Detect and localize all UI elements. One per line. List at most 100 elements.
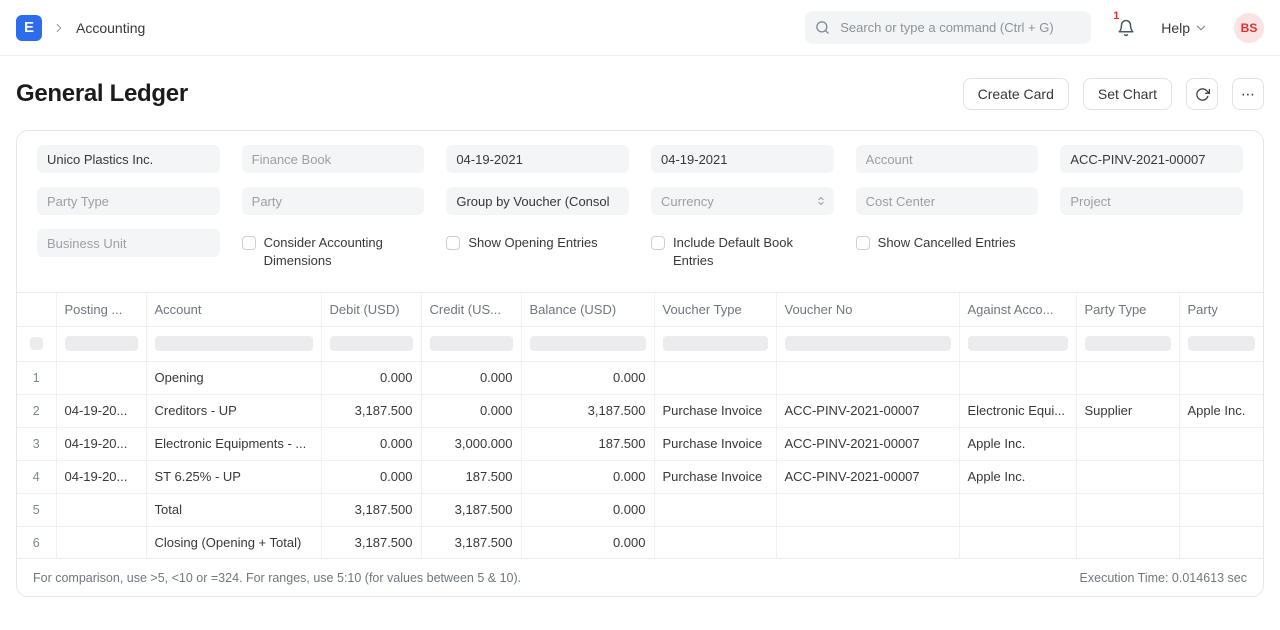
checkbox-show-cancelled-entries[interactable]: Show Cancelled Entries [856, 234, 1039, 252]
account-filter[interactable] [856, 145, 1039, 173]
cell-account[interactable]: Total [146, 493, 321, 526]
column-filter-input[interactable] [430, 336, 513, 351]
cell-voucher-type[interactable] [654, 526, 776, 558]
breadcrumb-accounting[interactable]: Accounting [76, 20, 145, 36]
cell-party[interactable] [1179, 427, 1263, 460]
row-number[interactable]: 2 [17, 394, 56, 427]
from-date-filter[interactable] [446, 145, 629, 173]
cell-credit[interactable]: 3,000.000 [421, 427, 521, 460]
select-all-filter[interactable] [30, 337, 43, 350]
cell-account[interactable]: ST 6.25% - UP [146, 460, 321, 493]
cell-party[interactable] [1179, 460, 1263, 493]
cell-balance[interactable]: 187.500 [521, 427, 654, 460]
cell-balance[interactable]: 0.000 [521, 460, 654, 493]
cell-against-account[interactable] [959, 361, 1076, 394]
cell-credit[interactable]: 0.000 [421, 394, 521, 427]
cell-posting-date[interactable]: 04-19-20... [56, 460, 146, 493]
voucher-no-filter[interactable] [1060, 145, 1243, 173]
global-search[interactable] [805, 11, 1091, 44]
checkbox-include-default-book-entries[interactable]: Include Default Book Entries [651, 234, 834, 270]
help-menu[interactable]: Help [1161, 20, 1208, 36]
col-balance[interactable]: Balance (USD) [521, 293, 654, 326]
cell-posting-date[interactable] [56, 361, 146, 394]
cell-posting-date[interactable] [56, 526, 146, 558]
cell-account[interactable]: Creditors - UP [146, 394, 321, 427]
cell-account[interactable]: Closing (Opening + Total) [146, 526, 321, 558]
avatar[interactable]: BS [1234, 13, 1264, 43]
cell-debit[interactable]: 3,187.500 [321, 526, 421, 558]
cell-balance[interactable]: 0.000 [521, 361, 654, 394]
cell-voucher-type[interactable]: Purchase Invoice [654, 394, 776, 427]
currency-select[interactable]: Currency [651, 187, 834, 215]
create-card-button[interactable]: Create Card [963, 78, 1069, 110]
group-by-select[interactable]: Group by Voucher (Consol [446, 187, 629, 215]
cell-voucher-type[interactable] [654, 361, 776, 394]
column-filter-input[interactable] [663, 336, 768, 351]
cell-credit[interactable]: 0.000 [421, 361, 521, 394]
finance-book-filter[interactable] [242, 145, 425, 173]
col-posting-date[interactable]: Posting ... [56, 293, 146, 326]
project-filter[interactable] [1060, 187, 1243, 215]
cell-posting-date[interactable] [56, 493, 146, 526]
column-filter-input[interactable] [785, 336, 951, 351]
row-number[interactable]: 6 [17, 526, 56, 558]
col-credit[interactable]: Credit (US... [421, 293, 521, 326]
cell-against-account[interactable]: Apple Inc. [959, 460, 1076, 493]
more-menu-button[interactable]: ⋯ [1232, 78, 1264, 110]
row-number[interactable]: 1 [17, 361, 56, 394]
cell-credit[interactable]: 3,187.500 [421, 493, 521, 526]
col-debit[interactable]: Debit (USD) [321, 293, 421, 326]
business-unit-filter[interactable] [37, 229, 220, 257]
cell-voucher-no[interactable] [776, 526, 959, 558]
col-against-account[interactable]: Against Acco... [959, 293, 1076, 326]
cell-voucher-no[interactable]: ACC-PINV-2021-00007 [776, 394, 959, 427]
cell-voucher-type[interactable]: Purchase Invoice [654, 460, 776, 493]
column-filter-input[interactable] [1188, 336, 1255, 351]
cell-party[interactable] [1179, 493, 1263, 526]
col-voucher-type[interactable]: Voucher Type [654, 293, 776, 326]
col-party[interactable]: Party [1179, 293, 1263, 326]
col-party-type[interactable]: Party Type [1076, 293, 1179, 326]
cell-against-account[interactable] [959, 526, 1076, 558]
cell-party[interactable] [1179, 361, 1263, 394]
cell-balance[interactable]: 0.000 [521, 526, 654, 558]
row-number[interactable]: 3 [17, 427, 56, 460]
cell-against-account[interactable]: Apple Inc. [959, 427, 1076, 460]
cell-party[interactable] [1179, 526, 1263, 558]
cell-account[interactable]: Electronic Equipments - ... [146, 427, 321, 460]
cell-voucher-no[interactable] [776, 361, 959, 394]
party-filter[interactable] [242, 187, 425, 215]
column-filter-input[interactable] [155, 336, 313, 351]
cell-posting-date[interactable]: 04-19-20... [56, 394, 146, 427]
column-filter-input[interactable] [530, 336, 646, 351]
company-filter[interactable] [37, 145, 220, 173]
cost-center-filter[interactable] [856, 187, 1039, 215]
cell-voucher-no[interactable]: ACC-PINV-2021-00007 [776, 460, 959, 493]
cell-against-account[interactable] [959, 493, 1076, 526]
notifications-button[interactable]: 1 [1117, 19, 1135, 37]
cell-account[interactable]: Opening [146, 361, 321, 394]
cell-debit[interactable]: 3,187.500 [321, 493, 421, 526]
column-filter-input[interactable] [1085, 336, 1171, 351]
cell-party-type[interactable] [1076, 460, 1179, 493]
cell-voucher-type[interactable]: Purchase Invoice [654, 427, 776, 460]
refresh-button[interactable] [1186, 78, 1218, 110]
cell-voucher-no[interactable] [776, 493, 959, 526]
cell-debit[interactable]: 3,187.500 [321, 394, 421, 427]
set-chart-button[interactable]: Set Chart [1083, 78, 1172, 110]
cell-posting-date[interactable]: 04-19-20... [56, 427, 146, 460]
cell-party-type[interactable] [1076, 493, 1179, 526]
cell-credit[interactable]: 187.500 [421, 460, 521, 493]
column-filter-input[interactable] [968, 336, 1068, 351]
cell-debit[interactable]: 0.000 [321, 361, 421, 394]
to-date-filter[interactable] [651, 145, 834, 173]
cell-balance[interactable]: 0.000 [521, 493, 654, 526]
column-filter-input[interactable] [330, 336, 413, 351]
cell-balance[interactable]: 3,187.500 [521, 394, 654, 427]
cell-against-account[interactable]: Electronic Equi... [959, 394, 1076, 427]
checkbox-consider-accounting-dimensions[interactable]: Consider Accounting Dimensions [242, 234, 425, 270]
cell-party[interactable]: Apple Inc. [1179, 394, 1263, 427]
row-number[interactable]: 4 [17, 460, 56, 493]
cell-debit[interactable]: 0.000 [321, 427, 421, 460]
col-voucher-no[interactable]: Voucher No [776, 293, 959, 326]
